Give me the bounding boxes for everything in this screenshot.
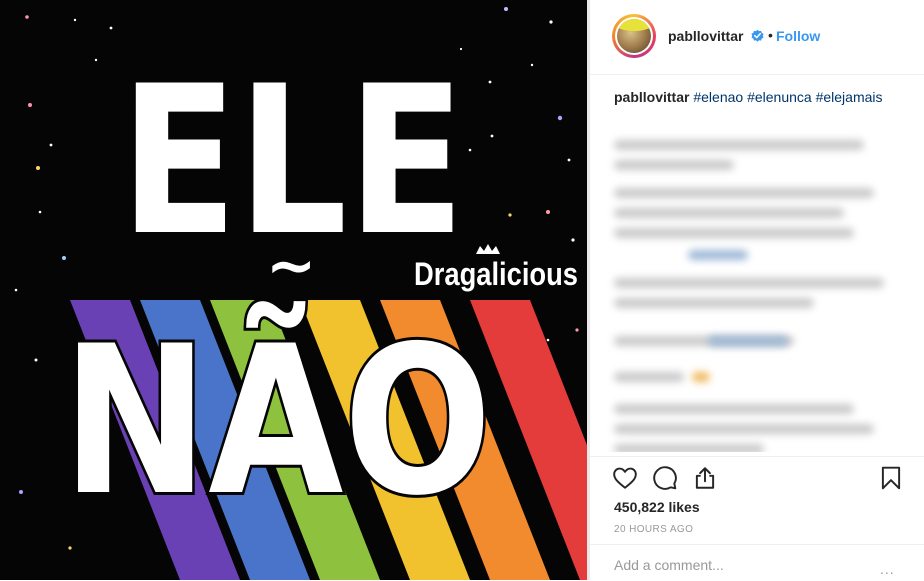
comment-box: ... (590, 544, 924, 581)
verified-badge-icon (751, 29, 764, 42)
comment-input[interactable] (614, 555, 894, 575)
likes-count[interactable]: 450,822 likes (614, 499, 700, 515)
watermark-text: Dragalicious (414, 256, 578, 292)
avatar[interactable] (612, 14, 656, 58)
caption: pabllovittar #elenao #elenunca #elejamai… (614, 89, 883, 105)
username-link[interactable]: pabllovittar (668, 28, 743, 44)
follow-button[interactable]: Follow (776, 28, 820, 44)
headline-line2: NÃO (62, 301, 492, 541)
post-image[interactable]: ELE ~ NÃO Dragalicious (0, 0, 587, 580)
post-header: pabllovittar • Follow (590, 0, 924, 75)
heart-icon[interactable] (612, 465, 638, 491)
blurred-comments (598, 110, 916, 452)
tilde-mark: ~ (266, 231, 316, 301)
comment-icon[interactable] (652, 465, 678, 491)
timestamp[interactable]: 20 HOURS AGO (614, 524, 693, 535)
more-options-icon[interactable]: ... (880, 561, 895, 577)
share-icon[interactable] (692, 465, 718, 491)
action-bar (590, 456, 924, 497)
caption-hashtags[interactable]: #elenao #elenunca #elejamais (693, 89, 882, 105)
caption-username[interactable]: pabllovittar (614, 89, 689, 105)
separator-dot: • (768, 27, 773, 43)
post-details-panel: pabllovittar • Follow pabllovittar #elen… (590, 0, 924, 580)
bookmark-icon[interactable] (878, 465, 904, 491)
